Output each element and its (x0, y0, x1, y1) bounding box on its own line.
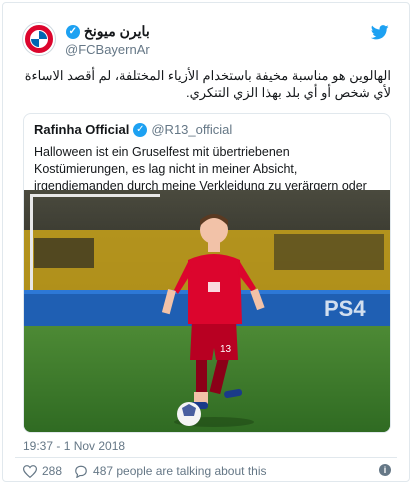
quoted-tweet-photo[interactable]: PS4 13 (24, 190, 390, 432)
author-handle[interactable]: @FCBayernAr (65, 42, 150, 57)
tweet-header: بايرن ميونخ ✓ @FCBayernAr (15, 21, 397, 61)
fc-bayern-logo-avatar[interactable] (23, 23, 55, 55)
quoted-verified-badge-icon: ✓ (133, 122, 148, 137)
soccer-player-photo: PS4 13 (24, 190, 390, 432)
like-count: 288 (42, 464, 63, 478)
jersey-number: 13 (220, 344, 232, 355)
quoted-author-handle: @R13_official (151, 122, 233, 137)
heart-icon (23, 464, 37, 478)
reply-action[interactable]: 487 people are talking about this (74, 464, 267, 478)
talking-count: 487 people are talking about this (93, 464, 267, 478)
info-icon[interactable]: i (379, 464, 391, 476)
speech-bubble-icon (75, 465, 87, 478)
tweet-text: الهالوين هو مناسبة مخيفة باستخدام الأزيا… (24, 68, 391, 100)
quoted-author-row: Rafinha Official ✓ @R13_official (34, 122, 232, 137)
bayern-diamond-logo (30, 30, 48, 48)
footer-divider (15, 457, 397, 458)
tweet-card: بايرن ميونخ ✓ @FCBayernAr الهالوين هو من… (2, 2, 410, 482)
like-action[interactable]: 288 (23, 464, 62, 478)
author-display-name-row: بايرن ميونخ ✓ (65, 23, 150, 40)
quoted-tweet[interactable]: Rafinha Official ✓ @R13_official Hallowe… (23, 113, 391, 433)
author-block[interactable]: بايرن ميونخ ✓ @FCBayernAr (65, 23, 150, 57)
quoted-author-name: Rafinha Official (34, 122, 130, 137)
twitter-bird-icon[interactable] (371, 25, 389, 40)
tweet-footer: 288 487 people are talking about this i (23, 463, 391, 479)
author-display-name: بايرن ميونخ (83, 23, 150, 39)
tweet-timestamp[interactable]: 19:37 - 1 Nov 2018 (23, 439, 125, 453)
svg-text:PS4: PS4 (324, 296, 366, 321)
verified-badge-icon: ✓ (65, 24, 80, 39)
